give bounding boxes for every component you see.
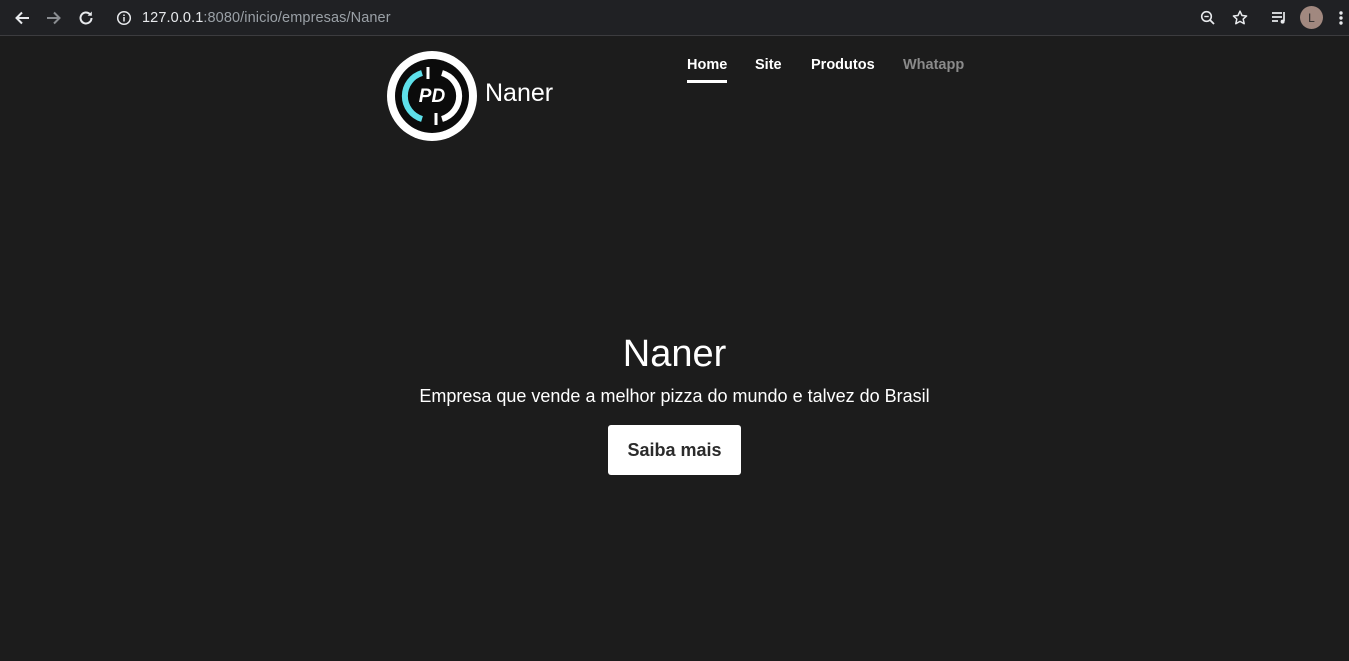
- reload-icon[interactable]: [74, 6, 98, 30]
- forward-arrow-icon[interactable]: [42, 6, 66, 30]
- browser-toolbar: 127.0.0.1:8080/inicio/empresas/Naner L: [0, 0, 1349, 36]
- nav-site[interactable]: Site: [755, 57, 782, 73]
- url-host: 127.0.0.1: [142, 10, 204, 26]
- kebab-menu-icon[interactable]: [1334, 6, 1348, 30]
- saiba-mais-button[interactable]: Saiba mais: [608, 425, 741, 475]
- url-path: :8080/inicio/empresas/Naner: [203, 10, 391, 26]
- media-queue-icon[interactable]: [1267, 6, 1291, 30]
- info-icon[interactable]: [116, 10, 132, 26]
- nav-produtos[interactable]: Produtos: [811, 57, 875, 73]
- page-body: PD Naner Home Site Produtos Whatapp Nane…: [0, 37, 1349, 661]
- logo[interactable]: PD: [387, 51, 477, 141]
- hero-subtitle: Empresa que vende a melhor pizza do mund…: [419, 386, 930, 406]
- zoom-icon[interactable]: [1196, 6, 1220, 30]
- back-arrow-icon[interactable]: [10, 6, 34, 30]
- hero-section: Naner Empresa que vende a melhor pizza d…: [0, 332, 1349, 475]
- profile-avatar[interactable]: L: [1300, 6, 1323, 29]
- address-bar[interactable]: 127.0.0.1:8080/inicio/empresas/Naner: [116, 6, 391, 30]
- brand-name[interactable]: Naner: [485, 79, 553, 108]
- pd-logo-icon: PD: [395, 59, 469, 133]
- nav-whatapp[interactable]: Whatapp: [903, 57, 964, 73]
- nav-home[interactable]: Home: [687, 57, 728, 83]
- hero-title: Naner: [622, 333, 727, 375]
- star-icon[interactable]: [1228, 6, 1252, 30]
- svg-text:PD: PD: [419, 86, 446, 107]
